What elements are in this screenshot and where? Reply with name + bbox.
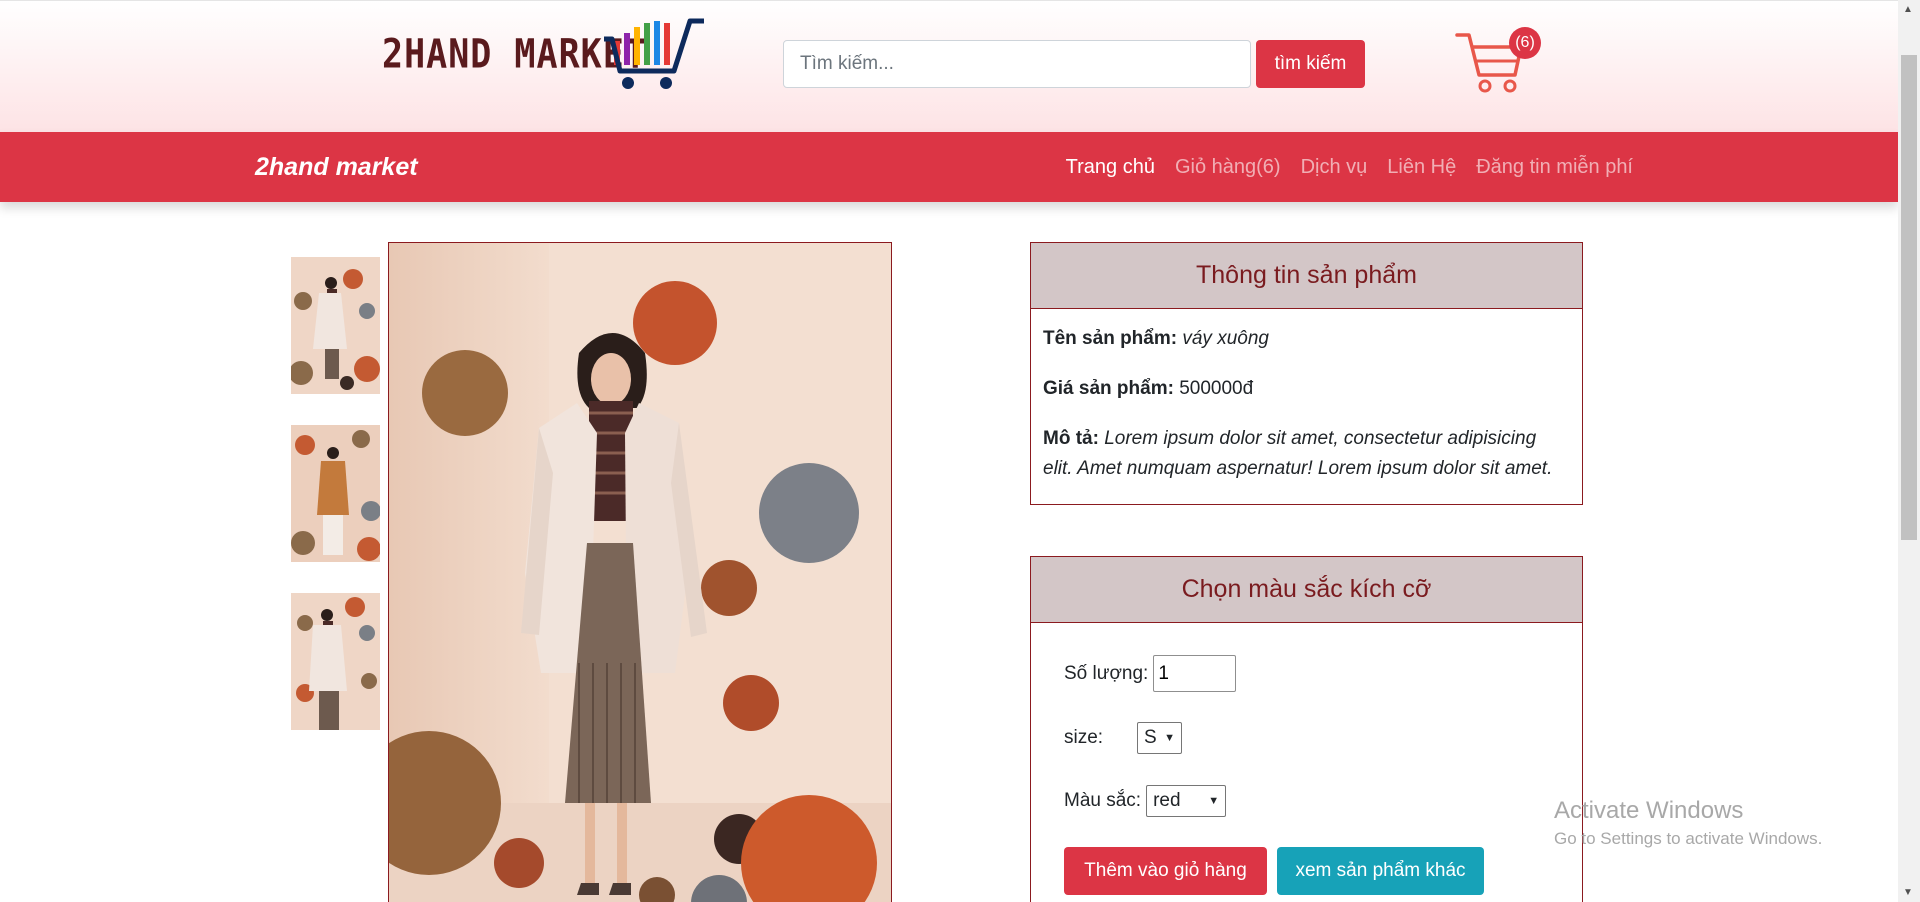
color-selected-value: red — [1153, 790, 1181, 811]
main-product-image[interactable] — [388, 242, 892, 902]
navbar-brand[interactable]: 2hand market — [255, 132, 418, 202]
view-other-products-button[interactable]: xem sản phẩm khác — [1277, 847, 1484, 895]
search-button[interactable]: tìm kiếm — [1256, 40, 1365, 88]
top-header: 2HAND MARKET tìm kiếm (6) — [0, 0, 1898, 132]
nav-link-home[interactable]: Trang chủ — [1066, 156, 1155, 179]
add-to-cart-button[interactable]: Thêm vào giỏ hàng — [1064, 847, 1267, 895]
product-description-row: Mô tả: Lorem ipsum dolor sit amet, conse… — [1043, 424, 1570, 484]
search-input[interactable] — [783, 40, 1251, 88]
product-price-row: Giá sản phẩm: 500000đ — [1043, 374, 1570, 404]
product-name-row: Tên sản phẩm: váy xuông — [1043, 324, 1570, 354]
cart-button[interactable]: (6) — [1455, 25, 1545, 97]
scrollbar-thumb[interactable] — [1901, 55, 1917, 540]
color-select[interactable]: red ▼ — [1146, 785, 1227, 817]
product-description-value: Lorem ipsum dolor sit amet, consectetur … — [1043, 428, 1553, 479]
nav-link-post-free[interactable]: Đăng tin miễn phí — [1476, 156, 1633, 179]
windows-activation-watermark: Activate Windows Go to Settings to activ… — [1554, 797, 1822, 849]
product-price-label: Giá sản phẩm: — [1043, 378, 1174, 399]
product-info-panel: Thông tin sản phẩm Tên sản phẩm: váy xuô… — [1030, 242, 1583, 505]
thumbnail-image — [291, 425, 380, 562]
color-label: Màu sắc: — [1064, 790, 1142, 811]
nav-link-contact[interactable]: Liên Hệ — [1387, 156, 1456, 179]
quantity-row: Số lượng: — [1064, 655, 1237, 692]
cart-count-badge: (6) — [1509, 27, 1541, 59]
product-info-heading: Thông tin sản phẩm — [1031, 243, 1582, 309]
watermark-subtitle: Go to Settings to activate Windows. — [1554, 829, 1823, 848]
nav-link-cart[interactable]: Giỏ hàng(6) — [1175, 156, 1281, 179]
nav-link-services[interactable]: Dịch vụ — [1301, 156, 1368, 179]
size-label: size: — [1064, 727, 1104, 748]
product-options-panel: Chọn màu sắc kích cỡ Số lượng: size: S ▼… — [1030, 556, 1583, 902]
quantity-label: Số lượng: — [1064, 662, 1149, 684]
logo-cart-icon — [604, 18, 704, 89]
product-description-label: Mô tả: — [1043, 428, 1099, 449]
product-photo — [389, 243, 891, 902]
size-row: size: S ▼ — [1064, 722, 1182, 754]
site-logo[interactable]: 2HAND MARKET — [382, 15, 712, 95]
color-row: Màu sắc: red ▼ — [1064, 785, 1227, 817]
size-selected-value: S — [1144, 727, 1157, 748]
scroll-down-arrow-icon[interactable]: ▼ — [1903, 887, 1913, 898]
main-navbar: 2hand market Trang chủ Giỏ hàng(6) Dịch … — [0, 132, 1898, 202]
nav-links: Trang chủ Giỏ hàng(6) Dịch vụ Liên Hệ Đă… — [1066, 132, 1633, 202]
quantity-input[interactable] — [1153, 655, 1237, 692]
product-options-heading: Chọn màu sắc kích cỡ — [1031, 557, 1582, 623]
product-thumbnail-1[interactable] — [291, 257, 380, 394]
size-select[interactable]: S ▼ — [1137, 722, 1182, 754]
scroll-up-arrow-icon[interactable]: ▲ — [1903, 4, 1913, 15]
vertical-scrollbar[interactable]: ▲ ▼ — [1898, 0, 1920, 902]
product-thumbnail-3[interactable] — [291, 593, 380, 730]
thumbnail-image — [291, 593, 380, 730]
product-name-label: Tên sản phẩm: — [1043, 328, 1178, 349]
product-name-value: váy xuông — [1182, 328, 1269, 349]
product-thumbnail-2[interactable] — [291, 425, 380, 562]
chevron-down-icon: ▼ — [1208, 795, 1220, 807]
watermark-title: Activate Windows — [1554, 797, 1744, 824]
thumbnail-image — [291, 257, 380, 394]
chevron-down-icon: ▼ — [1164, 732, 1175, 744]
product-price-value: 500000đ — [1179, 378, 1254, 399]
